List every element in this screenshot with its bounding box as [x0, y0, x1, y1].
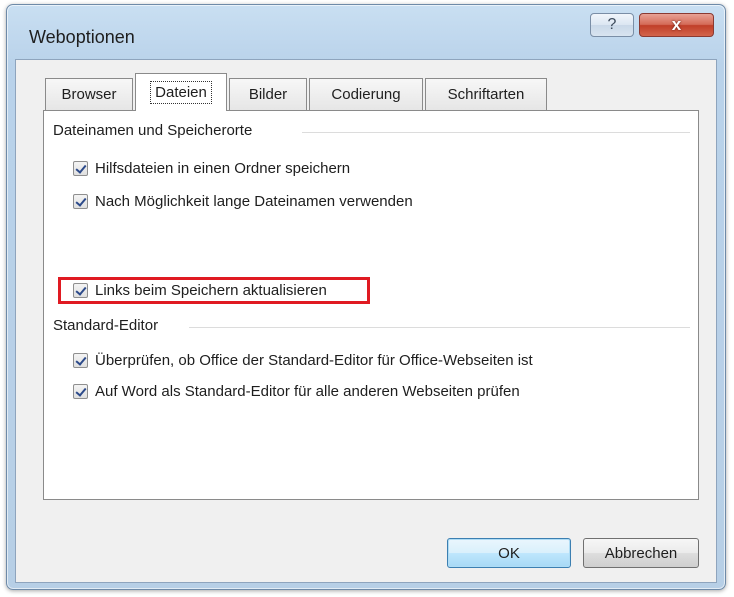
- tab-browser[interactable]: Browser: [45, 78, 133, 110]
- checkbox-label: Hilfsdateien in einen Ordner speichern: [95, 159, 351, 177]
- tab-codierung[interactable]: Codierung: [309, 78, 423, 110]
- dialog-window: Weboptionen ? x Browser Dateien Bilder C…: [6, 4, 726, 590]
- checkbox-checked[interactable]: [73, 383, 88, 399]
- ok-button[interactable]: OK: [447, 538, 571, 568]
- tab-label: Dateien: [150, 81, 212, 104]
- checkbox-label: Links beim Speichern aktualisieren: [95, 281, 327, 299]
- checkbox-label: Überprüfen, ob Office der Standard-Edito…: [95, 351, 533, 369]
- dialog-client-area: Browser Dateien Bilder Codierung Schrift…: [15, 59, 717, 583]
- checkbox-row-word-standard-editor[interactable]: Auf Word als Standard-Editor für alle an…: [73, 380, 520, 402]
- tab-dateien[interactable]: Dateien: [135, 73, 227, 111]
- group-divider: [189, 327, 690, 328]
- window-title: Weboptionen: [29, 27, 135, 47]
- tab-bilder[interactable]: Bilder: [229, 78, 307, 110]
- checkbox-checked[interactable]: [73, 160, 88, 176]
- tab-label: Schriftarten: [447, 86, 525, 103]
- checkbox-row-hilfsdateien[interactable]: Hilfsdateien in einen Ordner speichern: [73, 157, 350, 179]
- tab-label: Bilder: [248, 86, 288, 103]
- cancel-button[interactable]: Abbrechen: [583, 538, 699, 568]
- close-button[interactable]: x: [639, 13, 714, 37]
- checkbox-label: Nach Möglichkeit lange Dateinamen verwen…: [95, 192, 413, 210]
- tab-page-dateien: Dateinamen und Speicherorte Hilfsdateien…: [43, 110, 699, 500]
- checkbox-checked[interactable]: [73, 352, 88, 368]
- help-icon: ?: [607, 16, 617, 33]
- tab-label: Codierung: [331, 86, 401, 103]
- checkbox-row-links-aktualisieren[interactable]: Links beim Speichern aktualisieren: [73, 279, 327, 301]
- checkbox-checked[interactable]: [73, 282, 88, 298]
- help-button[interactable]: ?: [590, 13, 634, 37]
- group-divider: [302, 132, 690, 133]
- checkbox-label: Auf Word als Standard-Editor für alle an…: [95, 382, 520, 400]
- checkbox-row-lange-dateinamen[interactable]: Nach Möglichkeit lange Dateinamen verwen…: [73, 190, 413, 212]
- checkbox-checked[interactable]: [73, 193, 88, 209]
- checkbox-row-office-standard-editor[interactable]: Überprüfen, ob Office der Standard-Edito…: [73, 349, 533, 371]
- tab-label: Browser: [61, 86, 117, 103]
- tab-schriftarten[interactable]: Schriftarten: [425, 78, 547, 110]
- group-header-files: Dateinamen und Speicherorte: [53, 122, 253, 139]
- close-icon: x: [671, 15, 682, 34]
- group-header-editor: Standard-Editor: [53, 317, 159, 334]
